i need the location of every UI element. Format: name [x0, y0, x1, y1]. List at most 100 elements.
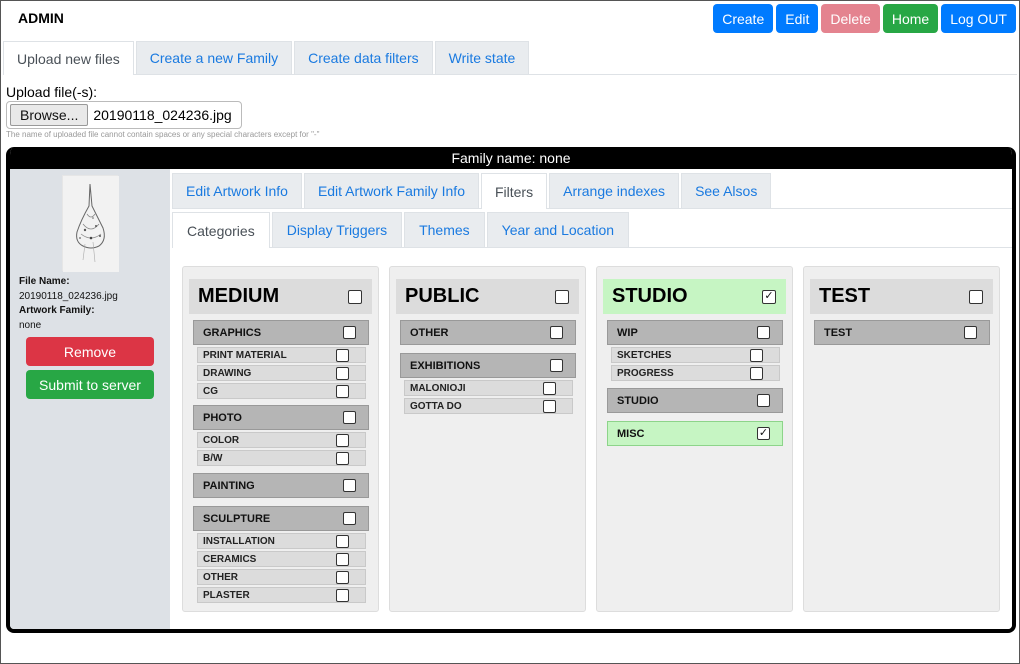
- home-button[interactable]: Home: [882, 4, 939, 33]
- group-header: SCULPTURE: [193, 506, 369, 531]
- create-button[interactable]: Create: [713, 4, 774, 33]
- group: PAINTING: [193, 473, 369, 498]
- item-checkbox[interactable]: [543, 381, 556, 395]
- category-column-public: PUBLIC OTHER EXHIBITIONS MALONIOJI GOTTA…: [389, 266, 586, 612]
- edit-button[interactable]: Edit: [776, 4, 819, 33]
- group: GRAPHICS PRINT MATERIAL DRAWING CG: [193, 320, 369, 399]
- group-header: TEST: [814, 320, 990, 345]
- upload-label: Upload file(-s):: [6, 84, 98, 100]
- list-item: COLOR: [197, 432, 366, 448]
- category-header: MEDIUM: [189, 279, 372, 314]
- category-checkbox[interactable]: [555, 289, 569, 304]
- group-checkbox[interactable]: [343, 512, 356, 525]
- tab-arrange-indexes[interactable]: Arrange indexes: [549, 173, 680, 208]
- group-title: MISC: [617, 427, 645, 440]
- item-label: SKETCHES: [617, 349, 672, 361]
- item-checkbox[interactable]: [336, 451, 349, 465]
- tab-themes[interactable]: Themes: [404, 212, 485, 247]
- tab-edit-artwork-info[interactable]: Edit Artwork Info: [172, 173, 302, 208]
- category-columns: MEDIUM GRAPHICS PRINT MATERIAL DRAWING C…: [182, 266, 1000, 612]
- category-checkbox[interactable]: ✓: [762, 289, 776, 304]
- item-checkbox[interactable]: [543, 399, 556, 413]
- category-header: PUBLIC: [396, 279, 579, 314]
- item-checkbox[interactable]: [336, 534, 349, 548]
- item-label: GOTTA DO: [410, 400, 462, 412]
- item-checkbox[interactable]: [336, 384, 349, 398]
- tab-create-family[interactable]: Create a new Family: [135, 41, 293, 74]
- file-input[interactable]: Browse... 20190118_024236.jpg: [6, 101, 242, 129]
- list-item: MALONIOJI: [404, 380, 573, 396]
- group: PHOTO COLOR B/W: [193, 405, 369, 466]
- item-label: PLASTER: [203, 589, 250, 601]
- logout-button[interactable]: Log OUT: [941, 4, 1016, 33]
- item-label: DRAWING: [203, 367, 252, 379]
- item-label: PROGRESS: [617, 367, 674, 379]
- item-label: CERAMICS: [203, 553, 257, 565]
- group-checkbox[interactable]: [550, 326, 563, 339]
- tab-upload-new-files[interactable]: Upload new files: [3, 41, 134, 75]
- list-item: SKETCHES: [611, 347, 780, 363]
- category-checkbox[interactable]: [969, 289, 983, 304]
- app-title: ADMIN: [18, 10, 64, 26]
- category-column-studio: STUDIO ✓ WIP SKETCHES PROGRESS STUDIO MI…: [596, 266, 793, 612]
- item-checkbox[interactable]: [750, 348, 763, 362]
- tab-create-data-filters[interactable]: Create data filters: [294, 41, 433, 74]
- group: SCULPTURE INSTALLATION CERAMICS OTHER PL…: [193, 506, 369, 603]
- browse-button[interactable]: Browse...: [10, 104, 89, 126]
- group-checkbox[interactable]: [343, 326, 356, 339]
- item-label: INSTALLATION: [203, 535, 275, 547]
- group: OTHER: [400, 320, 576, 345]
- group-title: EXHIBITIONS: [410, 359, 481, 372]
- group-header: PHOTO: [193, 405, 369, 430]
- group-checkbox[interactable]: [343, 411, 356, 424]
- tab-year-and-location[interactable]: Year and Location: [486, 212, 630, 247]
- family-panel: Family name: none File Name: 20190118_02…: [6, 147, 1016, 633]
- item-checkbox[interactable]: [336, 366, 349, 380]
- group-checkbox[interactable]: [757, 326, 770, 339]
- list-item: GOTTA DO: [404, 398, 573, 414]
- group-checkbox[interactable]: [550, 359, 563, 372]
- file-name-value: 20190118_024236.jpg: [19, 291, 118, 302]
- group-title: PAINTING: [203, 479, 255, 492]
- item-checkbox[interactable]: [336, 588, 349, 602]
- item-label: B/W: [203, 452, 223, 464]
- list-item: PROGRESS: [611, 365, 780, 381]
- group-title: PHOTO: [203, 411, 242, 424]
- tab-see-alsos[interactable]: See Alsos: [681, 173, 772, 208]
- tab-edit-artwork-family-info[interactable]: Edit Artwork Family Info: [303, 173, 479, 208]
- list-item: CG: [197, 383, 366, 399]
- tab-filters[interactable]: Filters: [480, 173, 548, 209]
- item-label: COLOR: [203, 434, 240, 446]
- artwork-family-value: none: [19, 320, 42, 331]
- category-header: STUDIO ✓: [603, 279, 786, 314]
- artwork-sidebar: File Name: 20190118_024236.jpg Artwork F…: [10, 169, 170, 629]
- category-checkbox[interactable]: [348, 289, 362, 304]
- top-toolbar: Create Edit Delete Home Log OUT: [713, 4, 1016, 33]
- group-checkbox[interactable]: [343, 479, 356, 492]
- tab-categories[interactable]: Categories: [172, 212, 270, 248]
- group-checkbox[interactable]: ✓: [757, 427, 770, 440]
- item-checkbox[interactable]: [750, 366, 763, 380]
- item-label: CG: [203, 385, 218, 397]
- delete-button[interactable]: Delete: [821, 4, 880, 33]
- group-checkbox[interactable]: [964, 326, 977, 339]
- tab-display-triggers[interactable]: Display Triggers: [271, 212, 403, 247]
- submit-to-server-button[interactable]: Submit to server: [26, 370, 154, 399]
- app-frame: ADMIN Create Edit Delete Home Log OUT Up…: [0, 0, 1020, 664]
- group-header: MISC ✓: [607, 421, 783, 446]
- item-checkbox[interactable]: [336, 433, 349, 447]
- group: MISC ✓: [607, 421, 783, 446]
- group-checkbox[interactable]: [757, 394, 770, 407]
- item-checkbox[interactable]: [336, 552, 349, 566]
- group-title: SCULPTURE: [203, 512, 271, 525]
- group: STUDIO: [607, 388, 783, 413]
- item-checkbox[interactable]: [336, 348, 349, 362]
- upload-hint: The name of uploaded file cannot contain…: [6, 130, 320, 139]
- artwork-editor: Edit Artwork Info Edit Artwork Family In…: [170, 169, 1012, 629]
- item-label: OTHER: [203, 571, 238, 583]
- filter-tabs: Categories Display Triggers Themes Year …: [172, 212, 1012, 248]
- remove-button[interactable]: Remove: [26, 337, 154, 366]
- tab-write-state[interactable]: Write state: [434, 41, 530, 74]
- selected-file-name: 20190118_024236.jpg: [93, 107, 232, 123]
- item-checkbox[interactable]: [336, 570, 349, 584]
